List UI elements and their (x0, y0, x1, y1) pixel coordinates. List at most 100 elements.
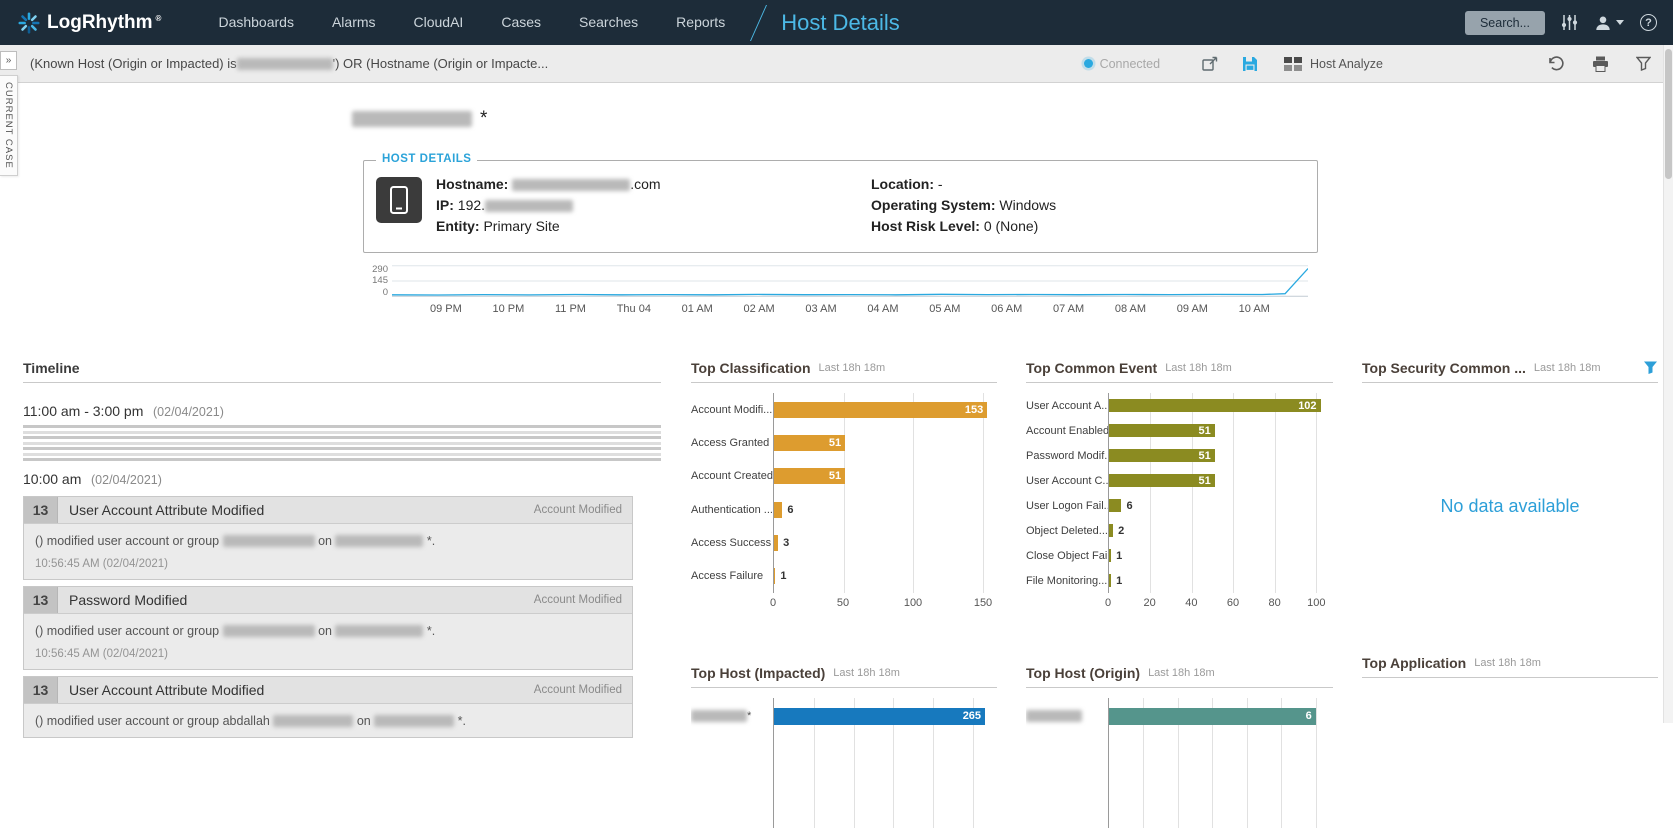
timeline-event-card[interactable]: 13User Account Attribute ModifiedAccount… (23, 676, 633, 738)
bar-value: 51 (1199, 475, 1215, 487)
event-count-badge: 13 (24, 587, 58, 613)
help-icon[interactable]: ? (1640, 14, 1657, 31)
timeline-panel: Timeline 11:00 am - 3:00 pm (02/04/2021)… (23, 359, 661, 744)
timeline-collapsed-rows[interactable] (23, 425, 661, 461)
bar[interactable] (774, 535, 778, 551)
bar-row: 3 (774, 526, 997, 559)
group-time: 10:00 am (23, 471, 81, 487)
bar-label: User Account A... (1026, 393, 1108, 418)
bar[interactable] (1109, 549, 1111, 562)
redacted-hostname (237, 58, 333, 70)
search-query[interactable]: (Known Host (Origin or Impacted) is ') O… (30, 56, 548, 71)
event-timestamp: 10:56:45 AM (02/04/2021) (35, 558, 621, 570)
timeline-group-2[interactable]: 10:00 am (02/04/2021) (23, 471, 661, 487)
redacted-host-title (352, 111, 472, 127)
vertical-scrollbar[interactable] (1663, 45, 1673, 723)
bar[interactable]: 153 (774, 402, 987, 418)
sparkline-plot[interactable] (392, 265, 1308, 297)
bar[interactable]: 265 (774, 708, 985, 725)
logrhythm-logo[interactable]: LogRhythm ® (18, 12, 161, 34)
nav-item-alarms[interactable]: Alarms (313, 0, 395, 45)
host-title-asterisk: * (480, 108, 487, 130)
bar-value: 265 (963, 710, 985, 722)
redacted-bar-label (691, 710, 747, 722)
bar[interactable] (774, 502, 782, 518)
nav-item-cloudai[interactable]: CloudAI (395, 0, 483, 45)
nav-item-dashboards[interactable]: Dashboards (199, 0, 313, 45)
bar-label: Account Modifi... (691, 393, 773, 426)
event-title: User Account Attribute Modified (69, 682, 264, 698)
timeline-header: Timeline (23, 359, 661, 383)
redacted-bar-label (1026, 710, 1082, 722)
bar[interactable] (1109, 574, 1111, 587)
nav-item-reports[interactable]: Reports (657, 0, 744, 45)
bar[interactable]: 51 (1109, 449, 1215, 462)
collapsed-row (23, 447, 661, 450)
filter-sliders-icon[interactable] (1561, 14, 1578, 31)
redacted-account-name (273, 715, 353, 727)
nav-item-searches[interactable]: Searches (560, 0, 657, 45)
bar-labels: * (691, 698, 773, 828)
bar-labels: Account Modifi...Access GrantedAccount C… (691, 393, 773, 612)
host-field: Entity: Primary Site (436, 216, 661, 237)
user-menu[interactable] (1594, 14, 1624, 32)
bar-row: 1 (774, 560, 997, 593)
sparkline-y-axis: 2901450 (368, 265, 392, 297)
top-nav-bar: LogRhythm ® DashboardsAlarmsCloudAICases… (0, 0, 1673, 45)
bar[interactable] (1109, 524, 1113, 537)
search-button[interactable]: Search... (1465, 11, 1545, 35)
event-title: Password Modified (69, 592, 187, 608)
bar-row: 51 (774, 426, 997, 459)
expand-glyph: » (6, 55, 12, 66)
chart-subtitle: Last 18h 18m (819, 362, 886, 374)
host-field: Hostname: .com (436, 174, 661, 195)
bar[interactable]: 102 (1109, 399, 1321, 412)
axis-tick-label: 0 (1105, 597, 1111, 609)
host-field: Host Risk Level: 0 (None) (871, 216, 1056, 237)
nav-item-cases[interactable]: Cases (482, 0, 560, 45)
event-classification-tag: Account Modified (534, 504, 632, 516)
chart-filter-funnel-icon[interactable] (1643, 360, 1658, 375)
print-icon[interactable] (1592, 56, 1609, 72)
sparkline-x-tick: 05 AM (929, 303, 960, 315)
save-search-icon[interactable] (1242, 56, 1258, 72)
sparkline-y-tick: 290 (372, 265, 388, 275)
redacted-host-name (335, 535, 423, 547)
chart-subtitle: Last 18h 18m (1474, 657, 1541, 669)
collapsed-row (23, 442, 661, 445)
event-classification-tag: Account Modified (534, 684, 632, 696)
timeline-event-card[interactable]: 13Password ModifiedAccount Modified() mo… (23, 586, 633, 670)
event-card-header: 13User Account Attribute ModifiedAccount… (24, 677, 632, 704)
bar[interactable]: 51 (1109, 424, 1215, 437)
host-analyze-label: Host Analyze (1310, 57, 1383, 71)
bar[interactable]: 51 (774, 468, 845, 484)
collapsed-row (23, 431, 661, 434)
top-security-common-header: Top Security Common ... Last 18h 18m (1362, 359, 1658, 383)
scrollbar-thumb[interactable] (1665, 49, 1672, 179)
host-page-title: * (352, 108, 487, 130)
timeline-group-1[interactable]: 11:00 am - 3:00 pm (02/04/2021) (23, 403, 661, 419)
bar[interactable] (774, 568, 775, 584)
bar[interactable]: 6 (1109, 708, 1316, 725)
bar[interactable]: 51 (774, 435, 845, 451)
event-description: () modified user account or group on *. (35, 534, 621, 548)
host-analyze-button[interactable]: Host Analyze (1284, 57, 1383, 71)
bar-row: 1 (1109, 568, 1333, 593)
bar-row: 6 (1109, 698, 1333, 734)
current-case-label: CURRENT CASE (3, 82, 14, 169)
filter-funnel-icon[interactable] (1636, 56, 1651, 71)
popout-icon[interactable] (1202, 56, 1218, 71)
undo-icon[interactable] (1547, 56, 1565, 72)
axis-tick-label: 80 (1269, 597, 1281, 609)
event-description: () modified user account or group abdall… (35, 714, 621, 728)
bar-value: 1 (1116, 575, 1122, 587)
timeline-event-card[interactable]: 13User Account Attribute ModifiedAccount… (23, 496, 633, 580)
current-case-tab[interactable]: CURRENT CASE (0, 75, 18, 176)
bar-label (1026, 698, 1108, 734)
event-card-body: () modified user account or group on *.1… (24, 614, 632, 669)
bar[interactable] (1109, 499, 1121, 512)
expand-panel-button[interactable]: » (0, 51, 17, 70)
search-toolbar: (Known Host (Origin or Impacted) is ') O… (0, 45, 1673, 83)
event-card-body: () modified user account or group on *. 1… (24, 524, 632, 579)
bar[interactable]: 51 (1109, 474, 1215, 487)
